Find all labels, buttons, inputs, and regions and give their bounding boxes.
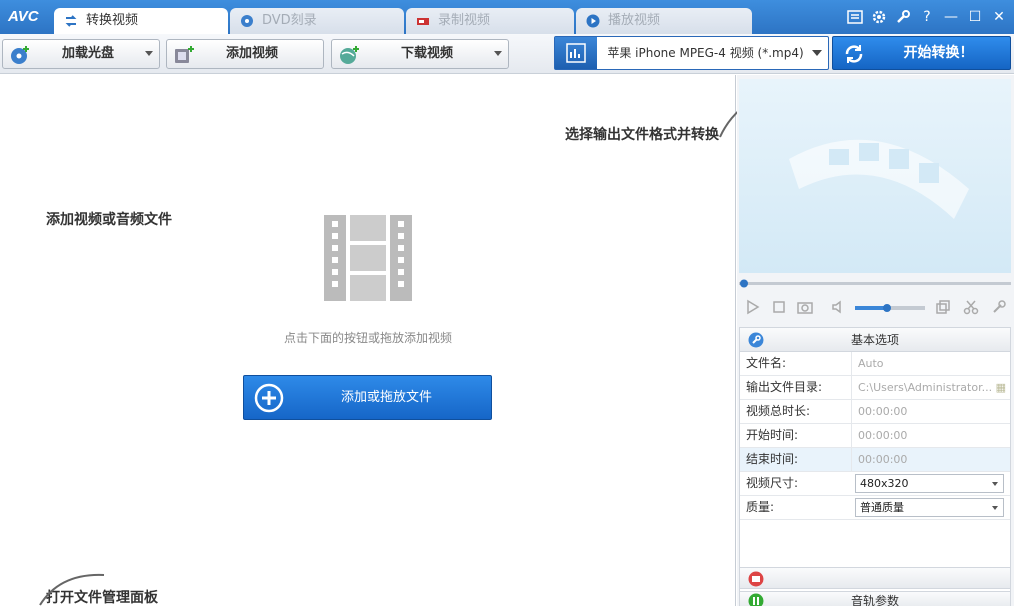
chevron-down-icon (992, 482, 998, 486)
window-controls: ? — ☐ ✕ (846, 8, 1008, 28)
prop-row-quality[interactable]: 质量: 普通质量 (740, 496, 1010, 520)
prop-row-end-time[interactable]: 结束时间: 00:00:00 (740, 448, 1010, 472)
quality-select[interactable]: 普通质量 (855, 498, 1004, 517)
download-video-button[interactable]: 下载视频 (331, 39, 509, 69)
start-convert-button[interactable]: 开始转换！ (832, 36, 1011, 70)
camera-icon[interactable] (797, 299, 813, 315)
skin-icon[interactable] (846, 8, 864, 26)
film-reel-watermark-icon (789, 139, 969, 219)
prop-row-video-size[interactable]: 视频尺寸: 480x320 (740, 472, 1010, 496)
folder-icon: ▦ (995, 381, 1006, 394)
volume-icon[interactable] (831, 299, 847, 315)
gear-icon[interactable] (870, 8, 888, 26)
tools-icon[interactable] (991, 299, 1007, 315)
help-button[interactable]: ? (918, 8, 936, 26)
prop-row-filename[interactable]: 文件名: Auto (740, 352, 1010, 376)
minimize-button[interactable]: — (942, 8, 960, 26)
hint-select-format: 选择输出文件格式并转换 (565, 127, 719, 143)
app-logo: AVC (8, 8, 39, 25)
output-format-select[interactable]: 苹果 iPhone MPEG-4 视频 (*.mp4) (554, 36, 829, 70)
format-icon (555, 37, 597, 69)
tab-play-video[interactable]: 播放视频 (576, 8, 752, 34)
scissors-icon[interactable] (963, 299, 979, 315)
film-strip-icon (324, 215, 412, 301)
tab-label: 录制视频 (438, 13, 491, 28)
globe-plus-icon (340, 46, 359, 64)
video-preview (739, 79, 1011, 273)
title-bar: AVC 转换视频 DVD刻录 录制视频 播放视频 ? — ☐ ✕ (0, 0, 1014, 34)
tab-label: DVD刻录 (262, 13, 317, 28)
close-button[interactable]: ✕ (990, 8, 1008, 26)
tab-label: 转换视频 (86, 13, 139, 28)
file-drop-area[interactable]: 添加视频或音频文件 打开文件管理面板 点击下面的按钮或拖放添加视频 添加或拖放文… (0, 75, 800, 606)
drop-hint-text: 点击下面的按钮或拖放添加视频 (283, 331, 452, 345)
film-circle-icon (748, 571, 764, 587)
format-label: 苹果 iPhone MPEG-4 视频 (*.mp4) (607, 46, 804, 60)
stop-button-icon[interactable] (771, 299, 787, 315)
tab-convert-video[interactable]: 转换视频 (54, 8, 228, 34)
hint-add-files: 添加视频或音频文件 (46, 212, 172, 228)
wrench-icon[interactable] (894, 8, 912, 26)
basic-options-header[interactable]: 基本选项 (740, 328, 1010, 352)
film-plus-icon (175, 46, 194, 63)
tab-record-video[interactable]: 录制视频 (406, 8, 574, 34)
chevron-down-icon (145, 51, 153, 56)
right-panel: 基本选项 文件名: Auto 输出文件目录: C:\Users\Administ… (737, 75, 1014, 606)
disc-icon (241, 15, 253, 27)
basic-options-panel: 基本选项 文件名: Auto 输出文件目录: C:\Users\Administ… (739, 327, 1011, 606)
copy-icon[interactable] (935, 299, 951, 315)
chevron-down-icon (812, 50, 822, 56)
video-size-select[interactable]: 480x320 (855, 474, 1004, 493)
plus-circle-icon (254, 383, 284, 413)
record-icon (417, 18, 429, 25)
prop-row-duration[interactable]: 视频总时长: 00:00:00 (740, 400, 1010, 424)
disc-plus-icon (11, 46, 29, 64)
volume-slider[interactable] (855, 303, 925, 313)
load-disc-button[interactable]: 加载光盘 (2, 39, 160, 69)
prop-row-output-dir[interactable]: 输出文件目录: C:\Users\Administrator... ▦ (740, 376, 1010, 400)
tab-label: 播放视频 (608, 13, 661, 28)
video-options-header[interactable] (739, 567, 1011, 589)
refresh-icon (845, 45, 863, 63)
playback-controls (739, 295, 1011, 321)
chevron-down-icon (992, 506, 998, 510)
add-video-button[interactable]: 添加视频 (166, 39, 324, 69)
tab-dvd-burn[interactable]: DVD刻录 (230, 8, 404, 34)
chevron-down-icon (494, 51, 502, 56)
seek-slider[interactable] (739, 278, 1011, 288)
audio-options-header[interactable]: 音轨参数 (739, 591, 1011, 606)
arrow-to-panel-icon (39, 573, 105, 606)
prop-row-start-time[interactable]: 开始时间: 00:00:00 (740, 424, 1010, 448)
play-button-icon[interactable] (745, 299, 761, 315)
convert-icon (65, 15, 77, 27)
add-or-drop-files-button[interactable]: 添加或拖放文件 (243, 375, 492, 420)
maximize-button[interactable]: ☐ (966, 8, 984, 26)
play-icon (586, 14, 600, 28)
